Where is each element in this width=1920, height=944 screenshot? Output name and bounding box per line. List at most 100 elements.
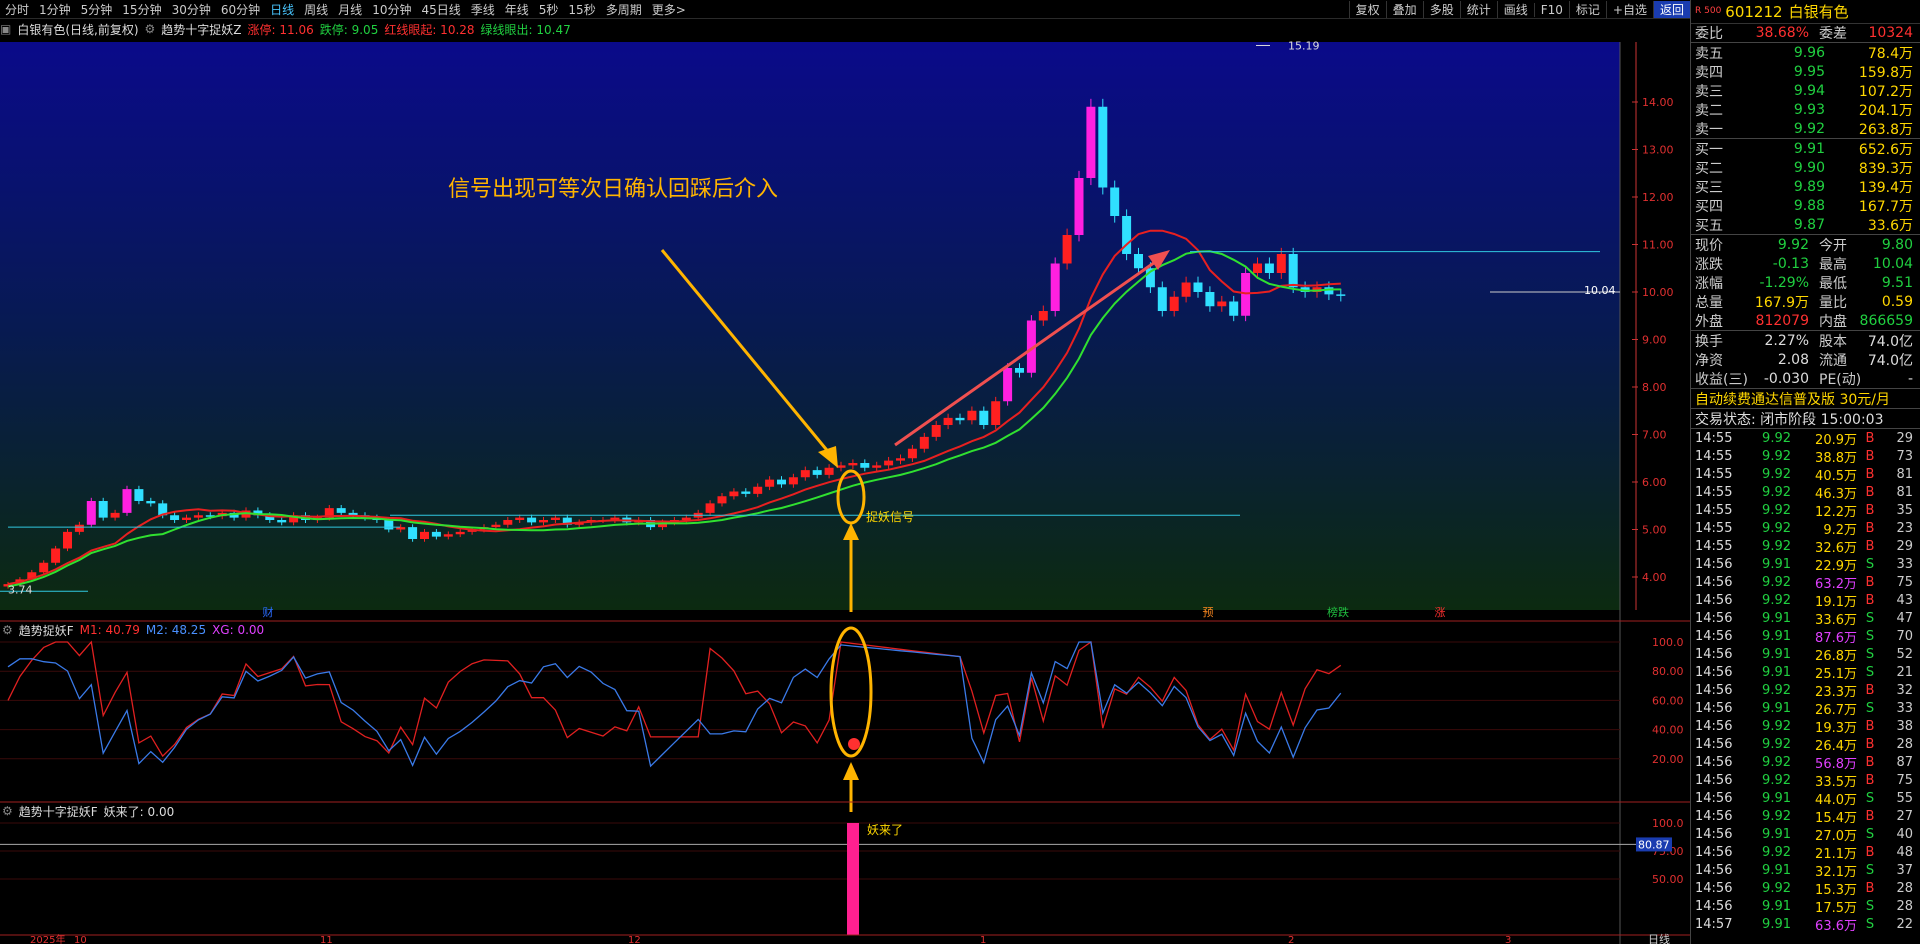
indicator-name[interactable]: 趋势十字捉妖Z [161,21,241,38]
candle[interactable] [1253,263,1262,274]
candle[interactable] [86,501,96,525]
candle[interactable] [824,467,834,475]
period-tab[interactable]: 更多> [647,1,691,18]
candle[interactable] [1264,263,1274,274]
candle[interactable] [1003,368,1013,402]
bids-row[interactable]: 买三 9.89 139.4万 [1691,177,1920,196]
candle[interactable] [896,458,905,461]
candle[interactable] [777,479,786,485]
candle[interactable] [503,520,513,525]
candle[interactable] [193,515,203,518]
candle[interactable] [39,562,49,573]
candle[interactable] [1336,294,1346,296]
tool-button[interactable]: F10 [1533,2,1569,17]
candle[interactable] [336,508,346,513]
candle[interactable] [717,496,727,504]
tool-button[interactable]: +自选 [1605,1,1653,18]
tool-button[interactable]: 复权 [1348,1,1386,18]
candle[interactable] [1205,292,1215,307]
tool-button[interactable]: 标记 [1568,1,1606,18]
candle[interactable] [1229,301,1239,316]
candle[interactable] [527,517,537,523]
candle[interactable] [443,534,453,537]
tool-button[interactable]: 返回 [1652,1,1690,18]
bids-row[interactable]: 买一 9.91 652.6万 [1691,139,1920,158]
tool-button[interactable]: 叠加 [1385,1,1423,18]
period-tab[interactable]: 15秒 [563,1,600,18]
candle[interactable] [1169,296,1179,311]
candle[interactable] [860,463,870,468]
candle[interactable] [1086,106,1096,178]
candle[interactable] [455,531,465,535]
candle[interactable] [788,477,798,485]
candle[interactable] [122,489,132,513]
candle[interactable] [967,410,977,421]
asks-row[interactable]: 卖一 9.92 263.8万 [1691,119,1920,138]
candle[interactable] [681,517,691,520]
period-tab[interactable]: 10分钟 [367,1,416,18]
candle[interactable] [800,470,810,478]
candle[interactable] [884,460,894,466]
collapse-icon[interactable]: ▣ [0,22,11,36]
candle[interactable] [1098,106,1108,188]
period-tab[interactable]: 季线 [466,1,500,18]
chart-area[interactable]: 14.0013.0012.0011.0010.009.008.007.006.0… [0,38,1690,944]
ad-banner[interactable]: 自动续费通达信普及版 30元/月 [1691,389,1920,409]
asks-row[interactable]: 卖五 9.96 78.4万 [1691,43,1920,62]
candle[interactable] [1157,287,1167,311]
candle[interactable] [1110,187,1120,217]
candle[interactable] [74,524,84,532]
candle[interactable] [1276,254,1286,273]
candle[interactable] [431,531,441,537]
candle[interactable] [1288,254,1298,288]
candle[interactable] [1181,282,1191,297]
period-tab[interactable]: 5分钟 [76,1,118,18]
candle[interactable] [979,410,989,425]
candle[interactable] [753,486,763,494]
candle[interactable] [919,436,929,449]
period-tab[interactable]: 周线 [299,1,333,18]
candle[interactable] [408,527,418,539]
candle[interactable] [931,425,941,437]
period-tab[interactable]: 5秒 [534,1,564,18]
period-tab[interactable]: 1分钟 [34,1,76,18]
candle[interactable] [872,465,882,468]
bids-row[interactable]: 买五 9.87 33.6万 [1691,215,1920,234]
indicator1-name[interactable]: 趋势捉妖F [19,622,74,639]
candle[interactable] [1217,301,1227,307]
candle[interactable] [515,517,525,520]
period-tab[interactable]: 15分钟 [117,1,166,18]
candle[interactable] [1134,254,1143,269]
period-tab[interactable]: 60分钟 [216,1,265,18]
candle[interactable] [491,524,501,528]
period-tab[interactable]: 多周期 [601,1,647,18]
candle[interactable] [729,491,739,497]
tool-button[interactable]: 统计 [1459,1,1497,18]
candle[interactable] [1193,282,1203,293]
candle[interactable] [1062,235,1072,264]
candle[interactable] [765,479,775,487]
candle[interactable] [539,520,548,523]
candle[interactable] [1038,311,1048,321]
tick-list[interactable]: 14:55 9.92 20.9万 B 29 14:55 9.92 38.8万 B 73 14:55 9… [1691,429,1920,934]
candle[interactable] [146,501,156,504]
gear-icon[interactable]: ⚙ [2,804,13,818]
period-tab[interactable]: 30分钟 [167,1,216,18]
asks-row[interactable]: 卖三 9.94 107.2万 [1691,81,1920,100]
candle[interactable] [420,531,429,539]
candle[interactable] [848,463,858,466]
gear-icon[interactable]: ⚙ [2,623,13,637]
period-tab[interactable]: 年线 [500,1,534,18]
candle[interactable] [812,470,822,475]
candle[interactable] [1015,368,1024,373]
period-tab[interactable]: 45日线 [416,1,465,18]
candle[interactable] [943,417,953,425]
candle[interactable] [1074,178,1084,235]
candle[interactable] [110,512,120,518]
candle[interactable] [741,491,751,494]
candle[interactable] [550,517,560,520]
candle[interactable] [134,489,144,501]
candle[interactable] [63,531,72,549]
candle[interactable] [182,517,191,520]
tool-button[interactable]: 多股 [1422,1,1460,18]
